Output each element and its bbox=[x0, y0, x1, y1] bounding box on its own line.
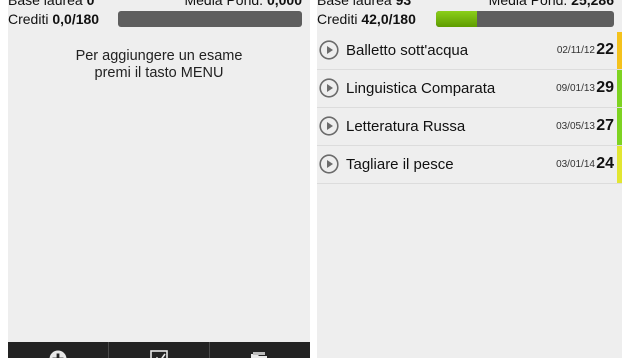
empty-exams-screen: Base laurea 0 Media Pond. 0,000 Crediti … bbox=[8, 0, 310, 358]
credits: Crediti 0,0/180 bbox=[8, 11, 99, 27]
hint-line-1: Per aggiungere un esame bbox=[75, 48, 243, 64]
exam-list: Balletto sott'acqua 02/11/12 22 Linguist… bbox=[317, 32, 622, 184]
credits-progress-bar bbox=[436, 11, 614, 27]
grade-color-bar bbox=[617, 32, 622, 69]
empty-hint: Per aggiungere un esame premi il tasto M… bbox=[8, 48, 310, 82]
header-stats: Base laurea 0 Media Pond. 0,000 bbox=[8, 0, 310, 8]
play-icon[interactable] bbox=[319, 40, 339, 60]
exam-date: 03/05/13 bbox=[556, 121, 595, 132]
credits-label: Crediti bbox=[8, 11, 49, 27]
grade-color-bar bbox=[617, 70, 622, 107]
exam-name: Tagliare il pesce bbox=[346, 156, 454, 173]
credits-progress-bar bbox=[118, 11, 302, 27]
play-icon[interactable] bbox=[319, 78, 339, 98]
grade-color-bar bbox=[617, 146, 622, 183]
credits-value: 42,0/180 bbox=[361, 11, 416, 27]
grade-color-bar bbox=[617, 108, 622, 145]
exams-list-screen: Base laurea 93 Media Pond. 25,286 Credit… bbox=[317, 0, 622, 358]
credits: Crediti 42,0/180 bbox=[317, 11, 416, 27]
folder-icon[interactable] bbox=[250, 350, 268, 358]
media-pond: Media Pond. 25,286 bbox=[489, 0, 614, 8]
media-label: Media Pond. bbox=[184, 0, 264, 8]
credits-label: Crediti bbox=[317, 11, 358, 27]
base-laurea-label: Base laurea bbox=[8, 0, 83, 8]
exam-row[interactable]: Linguistica Comparata 09/01/13 29 bbox=[317, 70, 622, 108]
media-pond: Media Pond. 0,000 bbox=[184, 0, 302, 8]
exam-row[interactable]: Tagliare il pesce 03/01/14 24 bbox=[317, 146, 622, 184]
exam-grade: 22 bbox=[596, 41, 614, 58]
play-icon[interactable] bbox=[319, 154, 339, 174]
base-laurea: Base laurea 93 bbox=[317, 0, 411, 8]
exam-row[interactable]: Balletto sott'acqua 02/11/12 22 bbox=[317, 32, 622, 70]
media-value: 25,286 bbox=[571, 0, 614, 8]
bottom-action-bar bbox=[8, 342, 310, 358]
credits-value: 0,0/180 bbox=[52, 11, 100, 27]
separator bbox=[209, 342, 210, 358]
media-label: Media Pond. bbox=[488, 0, 568, 8]
exam-row[interactable]: Letteratura Russa 03/05/13 27 bbox=[317, 108, 622, 146]
media-value: 0,000 bbox=[266, 0, 302, 8]
exam-name: Balletto sott'acqua bbox=[346, 42, 469, 59]
exam-date: 09/01/13 bbox=[556, 83, 595, 94]
hint-line-2: premi il tasto MENU bbox=[94, 65, 224, 81]
credits-progress-fill bbox=[436, 11, 478, 27]
base-laurea-label: Base laurea bbox=[317, 0, 392, 8]
exam-date: 02/11/12 bbox=[556, 45, 595, 56]
header-stats: Base laurea 93 Media Pond. 25,286 bbox=[317, 0, 622, 8]
exam-name: Linguistica Comparata bbox=[346, 80, 496, 97]
exam-name: Letteratura Russa bbox=[346, 118, 466, 135]
exam-date: 03/01/14 bbox=[556, 159, 595, 170]
exam-grade: 24 bbox=[596, 155, 614, 172]
separator bbox=[108, 342, 109, 358]
play-icon[interactable] bbox=[319, 116, 339, 136]
chart-icon[interactable] bbox=[150, 350, 168, 358]
base-laurea-value: 0 bbox=[86, 0, 95, 8]
add-icon[interactable] bbox=[49, 350, 67, 358]
exam-grade: 27 bbox=[596, 117, 614, 134]
base-laurea: Base laurea 0 bbox=[8, 0, 94, 8]
base-laurea-value: 93 bbox=[395, 0, 412, 8]
exam-grade: 29 bbox=[596, 79, 614, 96]
